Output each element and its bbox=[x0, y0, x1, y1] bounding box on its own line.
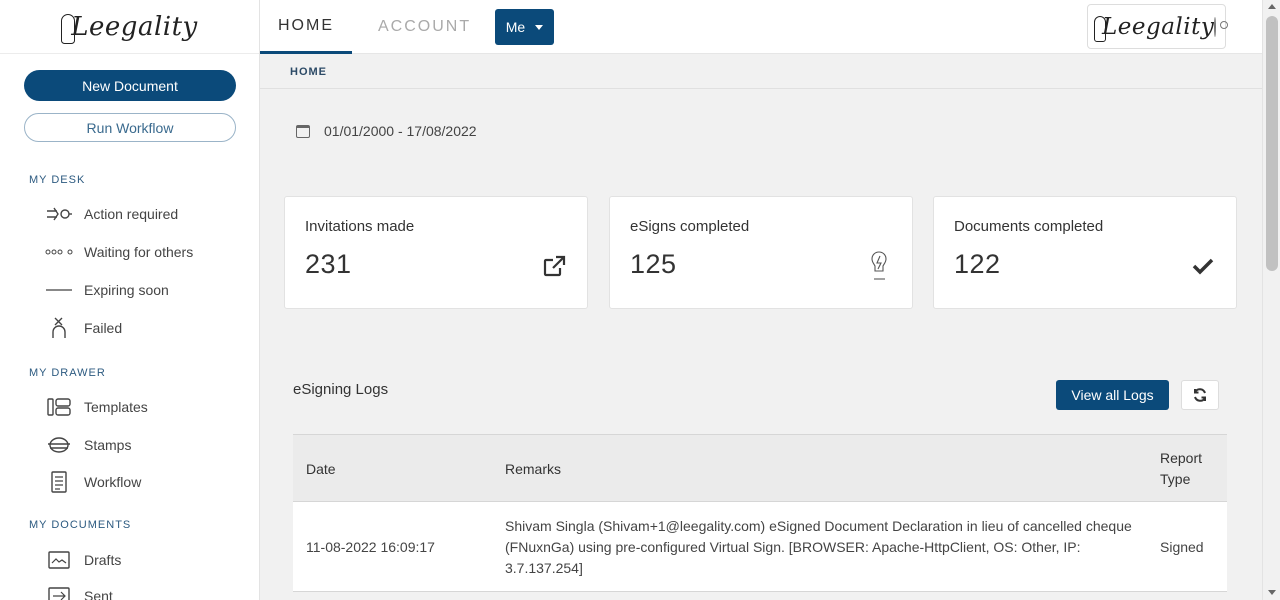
sent-icon bbox=[44, 587, 74, 600]
user-menu-label: Me bbox=[505, 19, 526, 35]
failed-icon bbox=[44, 317, 74, 339]
section-title-my-drawer: MY DRAWER bbox=[29, 367, 106, 379]
sidebar-item-label: Expiring soon bbox=[84, 282, 169, 298]
date-range-text: 01/01/2000 - 17/08/2022 bbox=[324, 123, 477, 139]
sidebar-item-waiting-for-others[interactable]: Waiting for others bbox=[44, 240, 193, 264]
sidebar-item-workflow[interactable]: Workflow bbox=[44, 470, 141, 494]
external-link-icon[interactable] bbox=[541, 253, 567, 279]
tab-home[interactable]: HOME bbox=[260, 0, 352, 54]
stamps-icon bbox=[44, 436, 74, 454]
page-scrollbar[interactable] bbox=[1262, 0, 1280, 600]
sidebar-item-label: Drafts bbox=[84, 552, 122, 568]
table-row: 11-08-2022 16:09:17 Shivam Singla (Shiva… bbox=[293, 502, 1227, 592]
sidebar-item-label: Stamps bbox=[84, 437, 132, 453]
view-all-logs-button[interactable]: View all Logs bbox=[1056, 380, 1169, 410]
column-header-remarks: Remarks bbox=[505, 461, 562, 477]
esign-pen-icon bbox=[866, 251, 892, 280]
scroll-up-arrow-icon[interactable] bbox=[1268, 4, 1276, 9]
chevron-down-icon bbox=[535, 24, 544, 30]
tab-account[interactable]: ACCOUNT bbox=[378, 0, 471, 54]
profile-menu[interactable]: Leegality bbox=[1087, 4, 1229, 49]
top-navbar: HOME ACCOUNT Me Leegality bbox=[260, 0, 1262, 54]
run-workflow-button[interactable]: Run Workflow bbox=[24, 113, 236, 142]
brand-logo[interactable]: Leegality bbox=[61, 11, 198, 44]
sidebar-item-label: Action required bbox=[84, 206, 179, 222]
drafts-icon bbox=[44, 551, 74, 569]
sidebar-item-label: Templates bbox=[84, 399, 148, 415]
breadcrumb-home[interactable]: HOME bbox=[290, 66, 327, 78]
table-header: Date Remarks Report Type bbox=[293, 434, 1227, 502]
scroll-down-arrow-icon[interactable] bbox=[1268, 590, 1276, 595]
cell-date: 11-08-2022 16:09:17 bbox=[306, 538, 435, 555]
stat-card-documents: Documents completed 122 bbox=[933, 196, 1237, 309]
stat-card-esigns: eSigns completed 125 bbox=[609, 196, 913, 309]
sidebar: Leegality New Document Run Workflow MY D… bbox=[0, 0, 260, 600]
stat-label: Documents completed bbox=[954, 218, 1104, 235]
stat-label: Invitations made bbox=[305, 218, 415, 235]
templates-icon bbox=[44, 398, 74, 416]
user-avatar-icon bbox=[1214, 16, 1229, 37]
sidebar-item-action-required[interactable]: Action required bbox=[44, 202, 178, 226]
bulb-logo-icon bbox=[1094, 15, 1106, 42]
section-title-my-desk: MY DESK bbox=[29, 174, 86, 186]
brand-logo-text: Leegality bbox=[1102, 13, 1215, 40]
refresh-icon bbox=[1194, 388, 1206, 402]
stat-card-invitations: Invitations made 231 bbox=[284, 196, 588, 309]
stat-value: 231 bbox=[305, 249, 352, 279]
refresh-button[interactable] bbox=[1181, 380, 1219, 410]
column-header-date: Date bbox=[306, 461, 336, 477]
sidebar-item-drafts[interactable]: Drafts bbox=[44, 548, 121, 572]
user-menu-dropdown[interactable]: Me bbox=[495, 9, 554, 45]
calendar-icon bbox=[296, 124, 310, 138]
sidebar-item-sent[interactable]: Sent bbox=[44, 584, 113, 600]
stat-value: 125 bbox=[630, 249, 677, 279]
logo-area: Leegality bbox=[0, 0, 259, 54]
sidebar-item-label: Sent bbox=[84, 588, 113, 600]
sidebar-item-expiring-soon[interactable]: Expiring soon bbox=[44, 278, 169, 302]
date-range-picker[interactable]: 01/01/2000 - 17/08/2022 bbox=[296, 123, 477, 139]
esigning-logs-table: Date Remarks Report Type 11-08-2022 16:0… bbox=[293, 434, 1227, 592]
action-required-icon bbox=[44, 207, 74, 221]
sidebar-item-label: Waiting for others bbox=[84, 244, 194, 260]
esigning-logs-title: eSigning Logs bbox=[293, 381, 389, 398]
cell-remarks: Shivam Singla (Shivam+1@leegality.com) e… bbox=[505, 517, 1132, 576]
new-document-button[interactable]: New Document bbox=[24, 70, 236, 101]
stat-value: 122 bbox=[954, 249, 1001, 279]
section-title-my-documents: MY DOCUMENTS bbox=[29, 519, 132, 531]
sidebar-item-label: Workflow bbox=[84, 474, 142, 490]
stat-label: eSigns completed bbox=[630, 218, 750, 235]
sidebar-item-label: Failed bbox=[84, 320, 123, 336]
cell-report-type: Signed bbox=[1160, 538, 1204, 555]
bulb-logo-icon bbox=[61, 13, 76, 44]
brand-logo-small: Leegality bbox=[1094, 13, 1215, 42]
sidebar-item-stamps[interactable]: Stamps bbox=[44, 433, 131, 457]
sidebar-item-failed[interactable]: Failed bbox=[44, 316, 122, 340]
brand-logo-text: Leegality bbox=[71, 11, 198, 42]
sidebar-item-templates[interactable]: Templates bbox=[44, 395, 148, 419]
waiting-dots-icon bbox=[44, 248, 74, 256]
checkmark-icon bbox=[1190, 253, 1216, 279]
breadcrumb: HOME bbox=[260, 55, 1262, 89]
workflow-document-icon bbox=[44, 471, 74, 493]
column-header-report-type: Report Type bbox=[1160, 450, 1203, 487]
scrollbar-thumb[interactable] bbox=[1266, 16, 1278, 271]
expiring-line-icon bbox=[44, 287, 74, 293]
